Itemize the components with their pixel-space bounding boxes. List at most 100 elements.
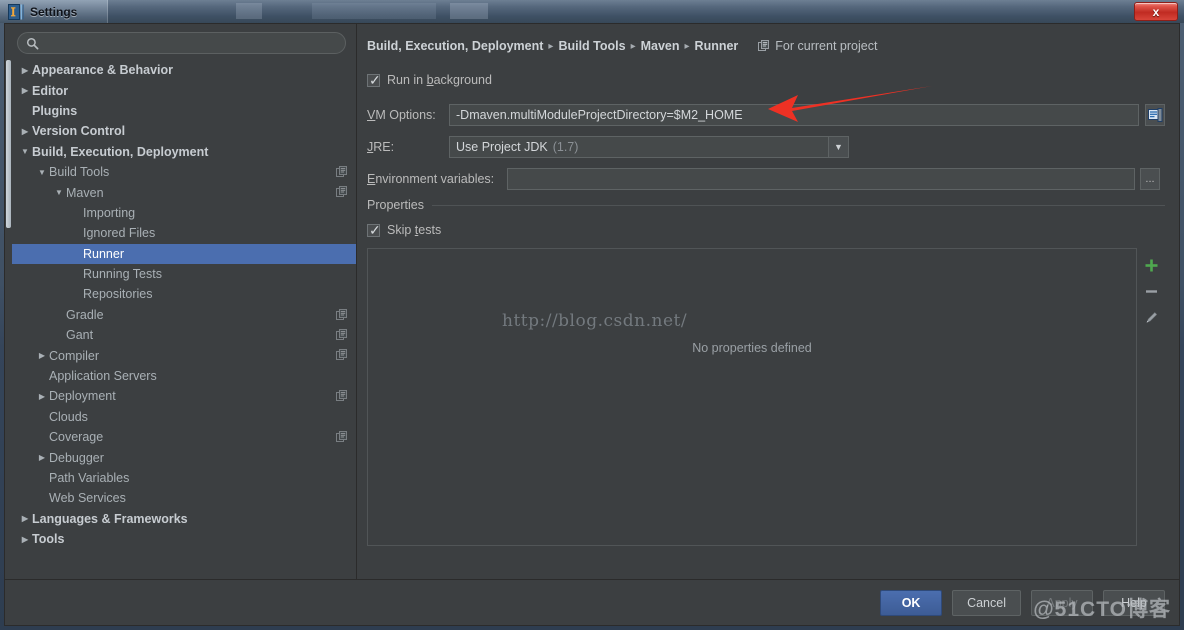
sidebar-item-label: Application Servers — [49, 369, 157, 384]
sidebar-item-version-control[interactable]: ▶ Version Control — [12, 121, 356, 141]
help-button[interactable]: Help — [1103, 589, 1165, 616]
chevron-right-icon[interactable]: ▶ — [18, 86, 32, 95]
project-scope-icon — [336, 349, 347, 361]
environment-variables-input[interactable] — [507, 168, 1135, 190]
sidebar-item-gradle[interactable]: Gradle — [12, 305, 356, 325]
add-property-button[interactable] — [1140, 254, 1162, 276]
sidebar-item-label: Tools — [32, 532, 65, 547]
environment-variables-browse-button[interactable]: ... — [1140, 168, 1160, 190]
sidebar-scrollbar-thumb[interactable] — [6, 60, 11, 228]
sidebar-item-importing[interactable]: Importing — [12, 203, 356, 223]
scope-indicator: For current project — [758, 39, 877, 53]
properties-group-divider — [431, 204, 1165, 206]
expand-editor-icon — [1147, 108, 1162, 122]
search-icon — [26, 37, 39, 49]
vm-options-label: VM Options: — [367, 108, 436, 122]
properties-toolbar — [1137, 248, 1165, 546]
sidebar-item-label: Languages & Frameworks — [32, 511, 188, 526]
remove-property-button[interactable] — [1140, 280, 1162, 302]
environment-variables-label: Environment variables: — [367, 172, 495, 186]
chevron-right-icon[interactable]: ▶ — [18, 66, 32, 75]
search-field[interactable] — [17, 32, 346, 54]
sidebar-item-label: Compiler — [49, 348, 100, 363]
sidebar-item-label: Running Tests — [83, 267, 162, 282]
settings-window: Settings x ▶ Appearance & Behavior ▶ Edi… — [0, 0, 1184, 630]
close-window-button[interactable]: x — [1134, 2, 1178, 21]
sidebar-item-label: Maven — [66, 185, 104, 200]
breadcrumb: Build, Execution, Deployment ▸ Build Tools… — [367, 36, 1165, 56]
sidebar-item-label: Path Variables — [49, 471, 130, 485]
jre-dropdown[interactable]: Use Project JDK (1.7) ▼ — [449, 136, 849, 158]
cancel-button[interactable]: Cancel — [952, 589, 1021, 616]
sidebar-item-label: Appearance & Behavior — [32, 63, 174, 78]
breadcrumb-item: Build Tools — [558, 39, 626, 53]
vm-options-expand-button[interactable] — [1145, 104, 1165, 126]
run-in-background-checkbox[interactable]: ✓ Run in background — [367, 70, 1165, 90]
remove-property-icon — [1145, 289, 1157, 293]
edit-property-button[interactable] — [1140, 306, 1162, 328]
sidebar-search-container — [5, 24, 356, 60]
project-scope-icon — [336, 390, 347, 402]
sidebar-item-running-tests[interactable]: Running Tests — [12, 264, 356, 284]
sidebar-item-label: Editor — [32, 83, 69, 98]
checkmark-icon: ✓ — [369, 221, 381, 238]
chevron-right-icon[interactable]: ▶ — [35, 453, 49, 462]
sidebar-item-tools[interactable]: ▶ Tools — [12, 529, 356, 549]
breadcrumb-separator: ▸ — [548, 40, 554, 52]
sidebar-item-path-variables[interactable]: Path Variables — [12, 468, 356, 488]
sidebar-item-runner[interactable]: Runner — [12, 243, 356, 264]
sidebar-item-languages-frameworks[interactable]: ▶ Languages & Frameworks — [12, 509, 356, 529]
sidebar-item-debugger[interactable]: ▶ Debugger — [12, 447, 356, 467]
chevron-right-icon[interactable]: ▶ — [18, 514, 32, 523]
sidebar-item-label: Ignored Files — [83, 226, 156, 241]
sidebar-item-ignored-files[interactable]: Ignored Files — [12, 223, 356, 243]
sidebar-item-label: Runner — [83, 246, 124, 261]
sidebar-item-editor[interactable]: ▶ Editor — [12, 80, 356, 100]
sidebar-item-compiler[interactable]: ▶ Compiler — [12, 345, 356, 365]
sidebar-item-coverage[interactable]: Coverage — [12, 427, 356, 447]
skip-tests-checkbox[interactable]: ✓ Skip tests — [367, 220, 1165, 240]
sidebar-scrollbar[interactable] — [5, 60, 12, 579]
properties-table[interactable]: http://blog.csdn.net/ No properties defi… — [367, 248, 1137, 546]
chevron-down-icon[interactable]: ▼ — [828, 137, 848, 157]
add-property-icon — [1145, 259, 1157, 271]
settings-content-area: ▶ Appearance & Behavior ▶ Editor Plugins ▶ Ver… — [5, 24, 1179, 579]
sidebar-item-maven[interactable]: ▼ Maven — [12, 182, 356, 202]
sidebar-item-appearance-behavior[interactable]: ▶ Appearance & Behavior — [12, 60, 356, 80]
sidebar-item-label: Gradle — [66, 307, 104, 322]
ok-button[interactable]: OK — [880, 589, 943, 616]
chevron-down-icon[interactable]: ▼ — [18, 147, 32, 156]
sidebar-item-repositories[interactable]: Repositories — [12, 284, 356, 304]
chevron-right-icon[interactable]: ▶ — [35, 392, 49, 401]
sidebar-item-web-services[interactable]: Web Services — [12, 488, 356, 508]
sidebar-item-application-servers[interactable]: Application Servers — [12, 366, 356, 386]
vm-options-input[interactable]: -Dmaven.multiModuleProjectDirectory=$M2_… — [449, 104, 1139, 126]
breadcrumb-item: Maven — [640, 39, 680, 53]
project-scope-icon — [336, 431, 347, 443]
search-input[interactable] — [45, 35, 335, 51]
sidebar-item-plugins[interactable]: Plugins — [12, 101, 356, 121]
window-titlebar: Settings x — [0, 0, 1184, 23]
vm-options-value: -Dmaven.multiModuleProjectDirectory=$M2_… — [456, 108, 743, 122]
sidebar-item-build-tools[interactable]: ▼ Build Tools — [12, 162, 356, 182]
run-in-background-checkbox-box[interactable]: ✓ — [367, 73, 381, 87]
sidebar-item-build-execution-deployment[interactable]: ▼ Build, Execution, Deployment — [12, 142, 356, 162]
chevron-right-icon[interactable]: ▶ — [18, 535, 32, 544]
project-scope-icon — [336, 186, 347, 198]
settings-sidebar: ▶ Appearance & Behavior ▶ Editor Plugins ▶ Ver… — [5, 24, 357, 579]
settings-main-panel: Build, Execution, Deployment ▸ Build Tools… — [357, 24, 1179, 579]
sidebar-tree: ▶ Appearance & Behavior ▶ Editor Plugins ▶ Ver… — [5, 60, 356, 579]
chevron-right-icon[interactable]: ▶ — [35, 351, 49, 360]
sidebar-item-clouds[interactable]: Clouds — [12, 407, 356, 427]
skip-tests-checkbox-box[interactable]: ✓ — [367, 221, 381, 238]
sidebar-item-gant[interactable]: Gant — [12, 325, 356, 345]
sidebar-item-label: Importing — [83, 205, 136, 220]
vm-options-row: VM Options: -Dmaven.multiModuleProjectDi… — [367, 102, 1165, 128]
sidebar-item-label: Deployment — [49, 389, 116, 404]
chevron-down-icon[interactable]: ▼ — [35, 168, 49, 177]
chevron-down-icon[interactable]: ▼ — [52, 188, 66, 197]
sidebar-item-label: Version Control — [32, 124, 126, 139]
chevron-right-icon[interactable]: ▶ — [18, 127, 32, 136]
sidebar-item-label: Gant — [66, 328, 94, 343]
sidebar-item-deployment[interactable]: ▶ Deployment — [12, 386, 356, 406]
